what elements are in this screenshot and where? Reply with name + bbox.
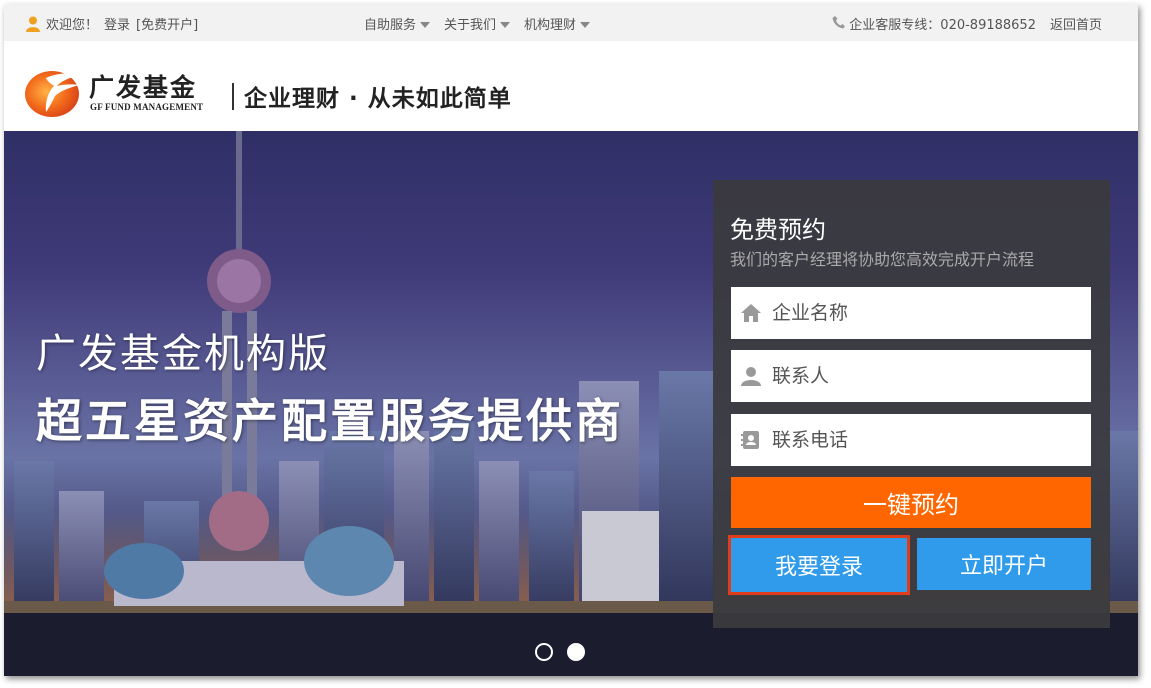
open-account-button[interactable]: 立即开户 — [917, 538, 1091, 590]
menu-label: 自助服务 — [364, 18, 417, 33]
top-menu: 自助服务 关于我们 机构理财 — [364, 14, 591, 33]
hotline: 企业客服专线：020-89188652 — [832, 14, 1036, 33]
carousel-dot-1[interactable] — [535, 643, 553, 661]
login-button[interactable]: 我要登录 — [728, 535, 910, 595]
carousel-dot-2[interactable] — [567, 643, 585, 661]
home-icon — [739, 302, 763, 324]
contact-card-icon — [739, 429, 763, 451]
banner-subheadline: 超五星资产配置服务提供商 — [36, 394, 624, 448]
contact-person-input[interactable] — [772, 365, 1082, 387]
logo-divider — [232, 83, 234, 110]
one-click-reserve-button[interactable]: 一键预约 — [731, 477, 1091, 528]
menu-label: 关于我们 — [444, 18, 497, 33]
gf-logo-icon[interactable] — [24, 66, 86, 118]
company-name-field[interactable] — [731, 287, 1091, 339]
caret-down-icon — [580, 21, 591, 28]
menu-self-service[interactable]: 自助服务 — [364, 14, 431, 33]
phone-field[interactable] — [731, 414, 1091, 466]
menu-institutional[interactable]: 机构理财 — [524, 14, 591, 33]
panel-title: 免费预约 — [730, 216, 826, 244]
person-icon — [739, 365, 763, 387]
welcome-text: 欢迎您！ — [46, 18, 99, 33]
panel-subtitle: 我们的客户经理将协助您高效完成开户流程 — [730, 250, 1035, 269]
appointment-panel: 免费预约 我们的客户经理将协助您高效完成开户流程 一键预 — [713, 180, 1110, 628]
header: 广发基金 GF FUND MANAGEMENT 企业理财 · 从未如此简单 — [4, 41, 1138, 131]
top-bar-right: 企业客服专线：020-89188652 返回首页 — [832, 14, 1102, 33]
banner-headline: 广发基金机构版 — [36, 331, 330, 377]
hero-banner: 广发基金机构版 超五星资产配置服务提供商 免费预约 我们的客户经理将协助您高效完… — [4, 131, 1138, 676]
menu-about-us[interactable]: 关于我们 — [444, 14, 511, 33]
hotline-text: 企业客服专线：020-89188652 — [849, 18, 1036, 33]
top-bar-left: 欢迎您！ 登录 [免费开户] — [26, 14, 198, 33]
logo-text-en: GF FUND MANAGEMENT — [90, 102, 204, 112]
home-link[interactable]: 返回首页 — [1050, 14, 1102, 33]
carousel-indicators — [535, 643, 585, 661]
logo-text-cn: 广发基金 — [89, 73, 198, 102]
company-name-input[interactable] — [772, 302, 1082, 324]
login-link[interactable]: 登录 — [104, 14, 130, 33]
register-link[interactable]: [免费开户] — [136, 14, 198, 33]
menu-label: 机构理财 — [524, 18, 577, 33]
user-icon — [26, 16, 40, 32]
contact-person-field[interactable] — [731, 350, 1091, 402]
caret-down-icon — [420, 21, 431, 28]
top-bar: 欢迎您！ 登录 [免费开户] 自助服务 关于我们 机构理财 企业客服专线：020… — [4, 4, 1138, 41]
slogan: 企业理财 · 从未如此简单 — [244, 86, 512, 112]
phone-input[interactable] — [772, 429, 1082, 451]
caret-down-icon — [500, 21, 511, 28]
phone-icon — [832, 15, 846, 33]
browser-page: 欢迎您！ 登录 [免费开户] 自助服务 关于我们 机构理财 企业客服专线：020… — [4, 4, 1138, 676]
